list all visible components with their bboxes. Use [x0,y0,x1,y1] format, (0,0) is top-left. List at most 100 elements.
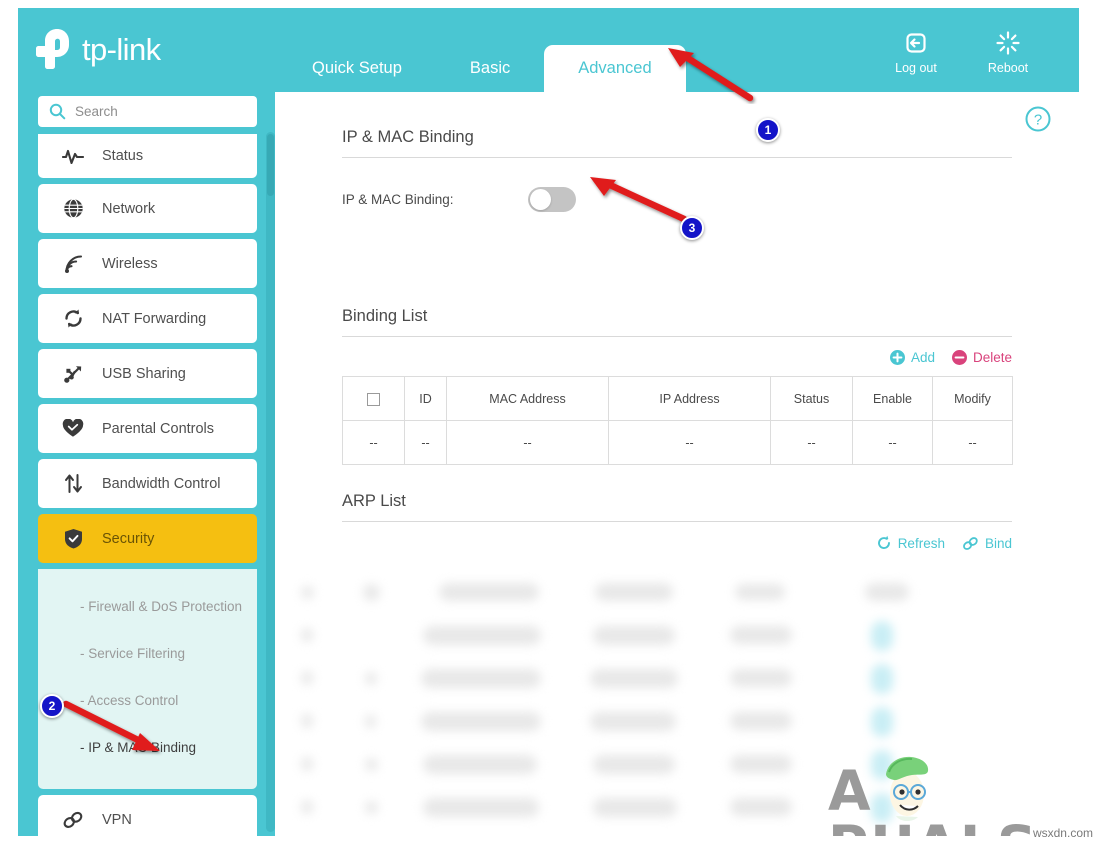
binding-list-actions: Add Delete [275,350,1079,365]
table-header-row: ID MAC Address IP Address Status Enable … [342,376,1013,421]
list-item [275,577,1079,607]
plus-circle-icon [889,350,905,365]
sidebar-menu: Status Network Wireless NAT Forwarding U… [38,134,257,836]
logout-icon [906,33,926,53]
column-ip-address: IP Address [608,376,771,421]
cell-modify: -- [932,420,1013,465]
content-panel: ? IP & MAC Binding IP & MAC Binding: Bin… [275,92,1079,836]
sidebar-item-label: Parental Controls [102,420,215,437]
column-select-all [342,376,405,421]
list-item [275,620,1079,651]
logout-label: Log out [895,61,937,75]
bind-button[interactable]: Bind [962,535,1012,551]
binding-list-section: Binding List Add Delete ID MAC Address I… [275,307,1079,465]
list-item [275,706,1079,737]
sidebar-item-label: NAT Forwarding [102,310,207,327]
sidebar-item-label: Security [102,530,155,547]
sidebar-scrollbar-thumb[interactable] [267,134,274,196]
header-actions: Log out Reboot [887,30,1037,75]
binding-toggle[interactable] [528,187,576,212]
annotation-badge-1: 1 [756,118,780,142]
app-header: tp-link Quick Setup Basic Advanced Log o… [18,8,1079,92]
search-input[interactable] [75,104,257,119]
sidebar-scrollbar[interactable] [266,132,275,832]
tab-basic[interactable]: Basic [436,44,544,92]
cell-status: -- [770,420,853,465]
usb-icon [62,363,84,385]
section-divider [342,521,1012,522]
column-status: Status [770,376,853,421]
column-id: ID [404,376,447,421]
cell-id: -- [404,420,447,465]
delete-label: Delete [972,350,1012,365]
arp-list-actions: Refresh Bind [275,535,1079,551]
minus-circle-icon [951,350,967,365]
section-divider [342,157,1012,158]
shield-check-icon [62,528,84,550]
sidebar-item-usb-sharing[interactable]: USB Sharing [38,349,257,398]
sidebar-item-label: Status [102,148,144,164]
bind-label: Bind [984,535,1012,551]
sidebar-item-label: VPN [102,811,132,828]
sidebar-item-security[interactable]: Security [38,514,257,563]
column-modify: Modify [932,376,1013,421]
appuals-mascot-icon [886,756,929,822]
cell-mac-address: -- [446,420,609,465]
sidebar: Status Network [38,96,275,836]
section-title-binding-list: Binding List [342,307,428,325]
heart-icon [62,418,84,440]
binding-list-table: ID MAC Address IP Address Status Enable … [342,376,1013,465]
ip-mac-binding-section: IP & MAC Binding IP & MAC Binding: [275,128,1079,212]
binding-toggle-label: IP & MAC Binding: [342,192,454,207]
annotation-badge-3: 3 [680,216,704,240]
add-button[interactable]: Add [889,350,935,365]
sidebar-item-nat-forwarding[interactable]: NAT Forwarding [38,294,257,343]
annotation-badge-2: 2 [40,694,64,718]
sidebar-item-parental-controls[interactable]: Parental Controls [38,404,257,453]
link-chain-icon [62,809,84,831]
tab-advanced[interactable]: Advanced [544,45,686,92]
section-title-arp-list: ARP List [342,492,406,510]
brand-name: tp-link [82,31,161,67]
sidebar-item-vpn[interactable]: VPN [38,795,257,836]
router-admin-app: tp-link Quick Setup Basic Advanced Log o… [18,8,1079,836]
tab-quick-setup[interactable]: Quick Setup [278,44,436,92]
refresh-icon [877,535,890,549]
delete-button[interactable]: Delete [951,350,1012,365]
reboot-label: Reboot [987,61,1029,75]
binding-toggle-row: IP & MAC Binding: [275,187,1079,212]
reboot-button[interactable]: Reboot [979,30,1037,75]
submenu-item-access-control[interactable]: - Access Control [38,677,257,724]
svg-text:?: ? [1034,112,1042,129]
submenu-item-service-filtering[interactable]: - Service Filtering [38,630,257,677]
sidebar-item-label: Wireless [102,255,158,272]
reboot-icon [996,31,1020,55]
table-row: -- -- -- -- -- -- -- [342,420,1013,465]
submenu-item-firewall-dos-protection[interactable]: - Firewall & DoS Protection [38,583,257,630]
security-submenu: - Firewall & DoS Protection - Service Fi… [38,569,257,789]
sidebar-item-bandwidth-control[interactable]: Bandwidth Control [38,459,257,508]
logout-button[interactable]: Log out [887,30,945,75]
cell-ip-address: -- [608,420,771,465]
select-all-checkbox[interactable] [367,392,380,406]
up-down-arrows-icon [62,473,84,495]
sidebar-item-network[interactable]: Network [38,184,257,233]
section-divider [342,336,1012,337]
source-watermark: wsxdn.com [1032,826,1093,840]
tp-link-logo: tp-link [35,28,161,70]
sidebar-item-label: Network [102,200,156,217]
sidebar-item-status[interactable]: Status [38,134,257,178]
column-enable: Enable [852,376,933,421]
search-box[interactable] [38,96,257,127]
refresh-button[interactable]: Refresh [876,535,945,551]
cell-enable: -- [852,420,933,465]
section-title-ip-mac-binding: IP & MAC Binding [342,128,474,146]
globe-icon [62,198,84,220]
add-label: Add [910,350,935,365]
submenu-item-ip-mac-binding[interactable]: - IP & MAC Binding [38,724,257,771]
sidebar-item-wireless[interactable]: Wireless [38,239,257,288]
search-icon [49,103,66,120]
sidebar-item-label: USB Sharing [102,365,186,382]
main-tabs: Quick Setup Basic Advanced [278,8,686,92]
pulse-icon [62,145,84,167]
